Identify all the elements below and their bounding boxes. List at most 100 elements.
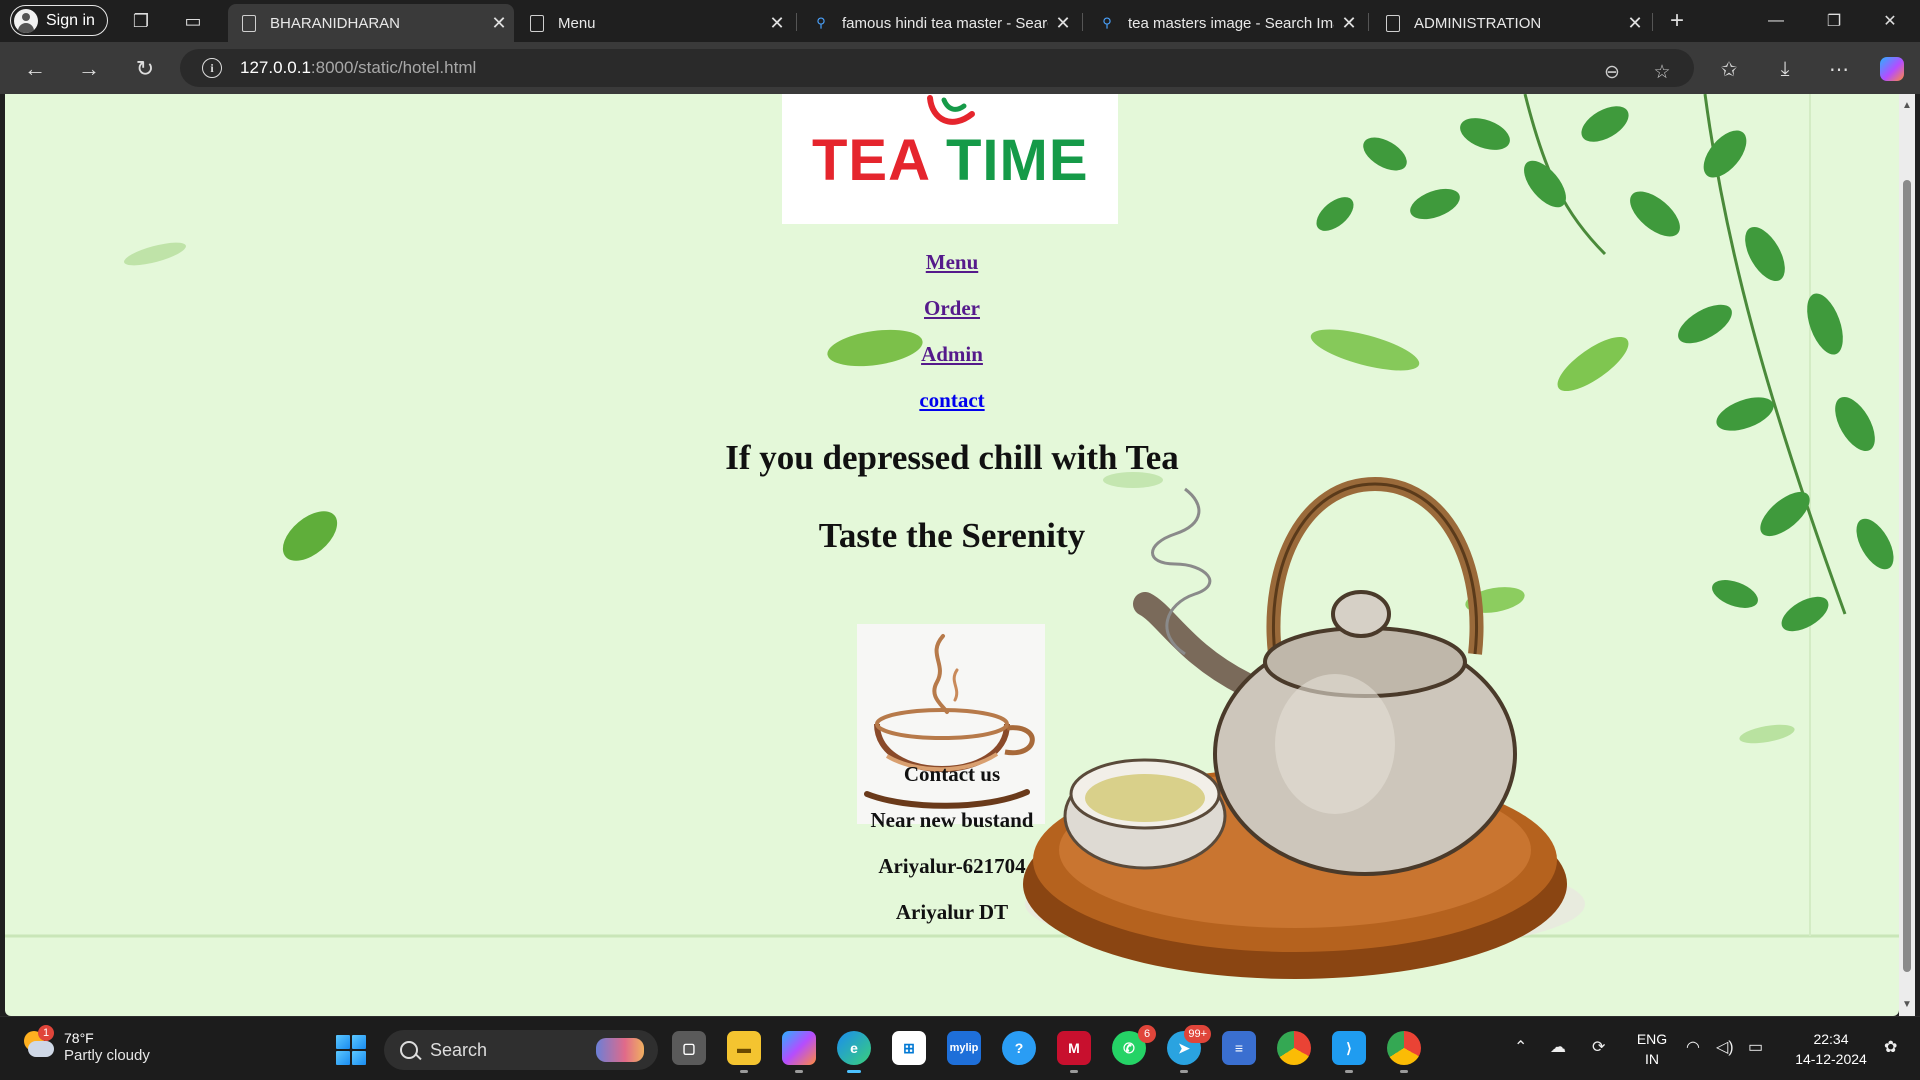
favorite-star-icon[interactable]: ☆	[1648, 58, 1676, 86]
profile-avatar-icon	[14, 8, 38, 33]
copilot-icon[interactable]	[1880, 57, 1904, 81]
tab-title: Menu	[558, 14, 596, 32]
forward-icon[interactable]: →	[74, 54, 104, 84]
tab-separator	[1082, 13, 1083, 31]
weather-temp: 78°F	[64, 1030, 94, 1046]
page-icon	[530, 14, 544, 32]
volume-icon[interactable]: ◁)	[1716, 1037, 1734, 1057]
address-bar[interactable]: i 127.0.0.1:8000/static/hotel.html ⊖ ☆	[180, 49, 1694, 87]
windows-taskbar: 1 78°F Partly cloudy Search ▢ ▬ e ⊞ myli…	[0, 1016, 1920, 1080]
nav-link-contact[interactable]: contact	[5, 388, 1899, 413]
new-tab-icon[interactable]: +	[1664, 7, 1690, 34]
tab-separator	[1652, 13, 1653, 31]
whatsapp-badge: 6	[1138, 1025, 1156, 1043]
telegram-icon[interactable]: ➤ 99+	[1167, 1025, 1211, 1073]
minimize-icon[interactable]: —	[1756, 8, 1796, 34]
tab-separator	[1368, 13, 1369, 31]
contact-district: Ariyalur DT	[895, 900, 1009, 924]
telegram-badge: 99+	[1184, 1025, 1211, 1043]
back-icon[interactable]: ←	[20, 54, 50, 84]
language-indicator[interactable]: ENG IN	[1632, 1029, 1672, 1069]
page-viewport: TEA TIME Menu Order Admin contact If you…	[5, 94, 1899, 1016]
zoom-out-icon[interactable]: ⊖	[1598, 58, 1626, 86]
partly-cloudy-icon: 1	[22, 1025, 54, 1061]
taskbar-search[interactable]: Search	[384, 1030, 658, 1070]
tab-bar: Sign in ❐ ▭ BHARANIDHARAN ✕ Menu ✕ ⚲ fam…	[0, 0, 1920, 42]
task-view-icon[interactable]: ▢	[672, 1031, 706, 1065]
logo-word-tea: TEA	[812, 128, 929, 193]
weather-badge: 1	[38, 1025, 54, 1041]
notepad-icon[interactable]: ≡	[1222, 1031, 1256, 1065]
weather-widget[interactable]: 1 78°F Partly cloudy	[22, 1025, 150, 1065]
tab-bharanidharan[interactable]: BHARANIDHARAN ✕	[228, 4, 514, 42]
tab-menu[interactable]: Menu ✕	[516, 4, 792, 42]
nav-link-admin[interactable]: Admin	[5, 342, 1899, 367]
url-path: :8000/static/hotel.html	[310, 58, 477, 77]
search-highlight-icon	[596, 1038, 644, 1062]
page-icon	[242, 14, 256, 32]
page-icon	[1386, 14, 1400, 32]
sync-icon[interactable]: ⟳	[1592, 1037, 1605, 1057]
search-icon: ⚲	[1102, 15, 1112, 30]
onedrive-icon[interactable]: ☁	[1550, 1037, 1566, 1057]
clock[interactable]: 22:34 14-12-2024	[1786, 1029, 1876, 1069]
weather-condition: Partly cloudy	[64, 1047, 150, 1064]
show-hidden-icons-icon[interactable]: ⌃	[1514, 1037, 1527, 1057]
favorites-icon[interactable]: ✩	[1714, 54, 1744, 84]
clock-time: 22:34	[1813, 1031, 1849, 1047]
close-tab-icon[interactable]: ✕	[1334, 13, 1364, 34]
sign-in-label: Sign in	[46, 11, 95, 29]
copilot-app-icon[interactable]	[782, 1031, 816, 1073]
chrome-icon[interactable]	[1277, 1031, 1311, 1065]
close-tab-icon[interactable]: ✕	[484, 13, 514, 34]
scroll-down-icon[interactable]: ▼	[1902, 999, 1912, 1010]
more-options-icon[interactable]: ⋯	[1824, 54, 1854, 84]
page-scrollbar[interactable]: ▲ ▼	[1899, 94, 1915, 1016]
close-tab-icon[interactable]: ✕	[1620, 13, 1650, 34]
nav-link-menu[interactable]: Menu	[5, 250, 1899, 275]
wifi-icon[interactable]: ◠	[1686, 1037, 1700, 1057]
start-button[interactable]	[336, 1035, 366, 1065]
address-toolbar: ← → ↻ i 127.0.0.1:8000/static/hotel.html…	[0, 42, 1920, 94]
headline-serenity: Taste the Serenity	[818, 516, 1086, 555]
notifications-icon[interactable]: ✿	[1884, 1037, 1897, 1057]
tab-search-hindi-tea-master[interactable]: ⚲ famous hindi tea master - Search ✕	[800, 4, 1078, 42]
workspaces-icon[interactable]: ❐	[128, 8, 154, 34]
restore-icon[interactable]: ❐	[1814, 8, 1854, 34]
close-tab-icon[interactable]: ✕	[1048, 13, 1078, 34]
file-explorer-icon[interactable]: ▬	[727, 1031, 761, 1073]
microsoft-store-icon[interactable]: ⊞	[892, 1031, 926, 1065]
downloads-icon[interactable]: ⤓	[1770, 54, 1800, 84]
whatsapp-icon[interactable]: ✆ 6	[1112, 1025, 1156, 1065]
tab-administration[interactable]: ADMINISTRATION ✕	[1372, 4, 1650, 42]
vscode-icon[interactable]: ⟩	[1332, 1031, 1366, 1073]
search-icon: ⚲	[816, 15, 826, 30]
sign-in-button[interactable]: Sign in	[10, 5, 108, 36]
contact-heading: Contact us	[903, 762, 1001, 786]
tea-time-logo: TEA TIME	[782, 94, 1118, 224]
tab-actions-icon[interactable]: ▭	[180, 8, 206, 34]
tab-search-tea-masters-image[interactable]: ⚲ tea masters image - Search Images ✕	[1086, 4, 1364, 42]
headline-chill: If you depressed chill with Tea	[725, 438, 1179, 477]
tab-title: tea masters image - Search Images	[1128, 14, 1334, 32]
nav-link-order[interactable]: Order	[5, 296, 1899, 321]
scroll-thumb[interactable]	[1903, 180, 1911, 972]
battery-icon[interactable]: ▭	[1748, 1037, 1763, 1057]
close-window-icon[interactable]: ✕	[1870, 8, 1910, 34]
logo-leaf-icon	[927, 95, 975, 125]
clock-date: 14-12-2024	[1795, 1051, 1867, 1067]
close-tab-icon[interactable]: ✕	[762, 13, 792, 34]
help-icon[interactable]: ?	[1002, 1031, 1036, 1065]
scroll-up-icon[interactable]: ▲	[1902, 100, 1912, 111]
refresh-icon[interactable]: ↻	[130, 54, 160, 84]
logo-word-time: TIME	[945, 128, 1089, 193]
site-info-icon[interactable]: i	[202, 58, 222, 78]
tab-title: famous hindi tea master - Search	[842, 14, 1048, 32]
chrome-profile-icon[interactable]	[1387, 1031, 1421, 1073]
tab-title: ADMINISTRATION	[1414, 14, 1542, 32]
search-icon	[400, 1041, 418, 1059]
url-host: 127.0.0.1	[240, 58, 311, 77]
mylip-icon[interactable]: mylip	[947, 1031, 981, 1065]
edge-icon[interactable]: e	[837, 1031, 871, 1073]
mcafee-icon[interactable]: M	[1057, 1031, 1091, 1073]
